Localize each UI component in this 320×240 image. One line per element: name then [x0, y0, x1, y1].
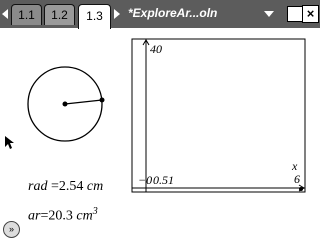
- radius-segment[interactable]: [64, 99, 103, 105]
- origin-tick-value: 0: [146, 173, 153, 187]
- data-point[interactable]: [299, 187, 303, 191]
- area-measurement[interactable]: ar=20.3 cm3: [28, 206, 98, 225]
- x-max-tick: 6: [294, 172, 300, 186]
- radius-point[interactable]: [99, 97, 105, 103]
- radius-value: =2.54: [50, 179, 84, 194]
- origin-tick: −0: [138, 173, 153, 187]
- x-tick-one: 1: [168, 173, 174, 187]
- area-label: ar: [28, 208, 41, 224]
- expand-menu-icon[interactable]: »: [3, 221, 20, 238]
- area-exponent: 3: [92, 206, 98, 217]
- radius-measurement[interactable]: rad =2.54 cm: [28, 179, 103, 195]
- radius-label: rad: [28, 179, 48, 194]
- area-value: =20.3: [40, 208, 73, 224]
- cursor-pointer-icon: [5, 136, 14, 149]
- radius-unit: cm: [86, 179, 104, 194]
- x-tick-half: 0.5: [153, 173, 168, 187]
- y-max-tick: 40: [150, 42, 162, 56]
- center-point[interactable]: [62, 101, 68, 107]
- graph-window: [131, 38, 306, 193]
- area-unit: cm: [76, 208, 93, 224]
- canvas: [5, 38, 306, 193]
